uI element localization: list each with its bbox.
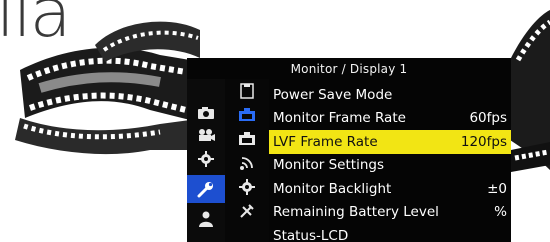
tools-icon — [240, 204, 254, 218]
gear-icon — [198, 151, 214, 167]
menu-title: Monitor / Display 1 — [290, 61, 408, 76]
monitor-alt-icon — [239, 132, 255, 145]
gear-small-icon — [239, 179, 255, 195]
subtab-6[interactable] — [225, 199, 269, 223]
menu-item-lvf-frame-rate[interactable]: LVF Frame Rate 120fps — [269, 130, 511, 154]
tab-setup[interactable] — [187, 175, 225, 203]
page-icon — [240, 83, 254, 99]
wireless-icon — [240, 157, 253, 170]
menu-item-value: 120fps — [460, 133, 507, 150]
person-icon — [199, 211, 213, 227]
monitor-icon — [239, 108, 255, 121]
menu-item-label: Remaining Battery Level — [273, 204, 439, 221]
subtab-5[interactable] — [225, 175, 269, 199]
tab-photo[interactable] — [187, 101, 225, 125]
menu-item-remaining-battery-level[interactable]: Remaining Battery Level % — [269, 201, 511, 225]
subtab-3[interactable] — [225, 127, 269, 151]
tab-video[interactable] — [187, 123, 225, 147]
main-tab-column — [187, 79, 225, 242]
menu-item-power-save-mode[interactable]: Power Save Mode — [269, 83, 511, 107]
menu-item-monitor-backlight[interactable]: Monitor Backlight ±0 — [269, 177, 511, 201]
menu-item-monitor-frame-rate[interactable]: Monitor Frame Rate 60fps — [269, 107, 511, 131]
menu-item-label: Monitor Backlight — [273, 180, 392, 197]
wrench-icon — [197, 182, 213, 198]
subtab-2[interactable] — [225, 103, 269, 127]
menu-item-label: Status-LCD — [273, 227, 349, 242]
menu-item-status-lcd[interactable]: Status-LCD — [269, 224, 511, 242]
menu-item-list: Power Save Mode Monitor Frame Rate 60fps… — [269, 83, 511, 242]
camera-menu-screen: Monitor / Display 1 Power Save Mode Moni… — [187, 58, 511, 242]
menu-item-monitor-settings[interactable]: Monitor Settings — [269, 154, 511, 178]
subtab-1[interactable] — [225, 79, 269, 103]
sub-tab-column — [225, 79, 269, 242]
video-camera-icon — [199, 129, 215, 141]
menu-item-label: Power Save Mode — [273, 86, 393, 103]
menu-item-value: ±0 — [487, 180, 507, 197]
menu-item-value: % — [494, 204, 507, 221]
subtab-4[interactable] — [225, 151, 269, 175]
menu-item-label: Monitor Settings — [273, 157, 384, 174]
menu-item-value: 60fps — [469, 110, 507, 127]
camera-icon — [198, 107, 214, 119]
tab-my-menu[interactable] — [187, 207, 225, 231]
tab-custom[interactable] — [187, 147, 225, 171]
